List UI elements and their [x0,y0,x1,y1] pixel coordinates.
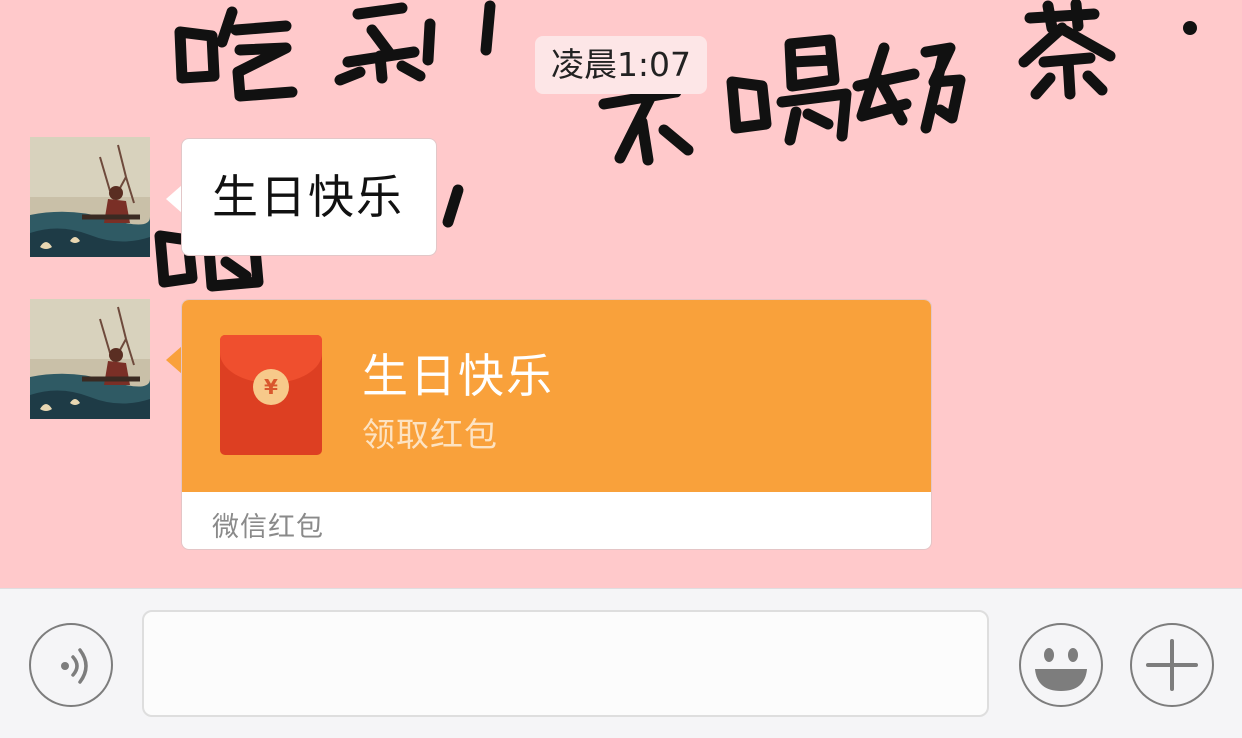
bubble-tail [166,346,182,374]
message-timestamp: 凌晨1:07 [535,36,707,94]
emoji-icon [1035,648,1087,691]
plus-icon [1146,639,1198,691]
bubble-tail [166,185,182,213]
avatar-image [30,137,150,257]
red-packet-message[interactable]: ¥ 生日快乐 领取红包 微信红包 [181,299,932,550]
sender-avatar[interactable] [30,299,150,419]
more-button[interactable] [1130,623,1214,707]
message-input[interactable] [142,610,989,717]
red-packet-footer: 微信红包 [212,512,324,543]
yuan-coin-icon: ¥ [253,369,289,405]
red-packet-subtitle: 领取红包 [362,415,498,454]
voice-button[interactable] [29,623,113,707]
avatar-image [30,299,150,419]
sender-avatar[interactable] [30,137,150,257]
red-packet-body: ¥ 生日快乐 领取红包 [182,300,931,492]
text-message-bubble[interactable]: 生日快乐 [181,138,437,256]
voice-icon [61,648,88,684]
chat-area[interactable]: 凌晨1:07 生日快乐 ¥ 生日快乐 领取红包 微信红包 [0,0,1242,588]
red-packet-title: 生日快乐 [362,349,554,403]
emoji-button[interactable] [1019,623,1103,707]
input-toolbar [0,588,1242,738]
red-envelope-icon: ¥ [220,335,322,455]
